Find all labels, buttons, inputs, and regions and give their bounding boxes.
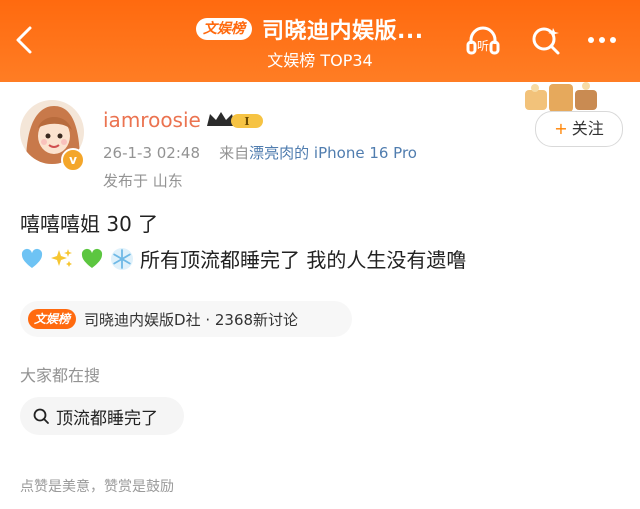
verified-badge: v (61, 148, 85, 172)
search-icon (33, 408, 49, 424)
search-suggestion-chip[interactable]: 顶流都睡完了 (20, 397, 184, 435)
vip-crown-badge[interactable]: I (205, 108, 265, 132)
blue-heart-icon (21, 248, 43, 268)
svg-text:I: I (244, 115, 249, 128)
snowflake-icon (111, 247, 133, 270)
topic-link[interactable]: 文娱榜 司晓迪内娱版D社 · 2368新讨论 (20, 301, 352, 337)
follow-label: 关注 (571, 119, 604, 138)
source-link[interactable]: 漂亮肉的 (249, 144, 309, 162)
source-prefix: 来自 (219, 144, 250, 162)
post-date: 26-1-3 02:48 (103, 144, 200, 162)
search-chip-text: 顶流都睡完了 (56, 408, 158, 429)
device-link[interactable]: iPhone 16 Pro (314, 144, 417, 162)
post-text-line1: 嘻嘻嘻姐 30 了 (20, 212, 159, 236)
topic-badge: 文娱榜 (28, 309, 77, 329)
top-header: 文娱榜 司晓迪内娱版... 文娱榜 TOP34 听 (0, 0, 640, 82)
svg-text:听: 听 (477, 39, 489, 53)
plus-icon: + (554, 119, 568, 138)
post-meta: 26-1-3 02:48 来自漂亮肉的 iPhone 16 Pro (103, 142, 417, 163)
header-badge: 文娱榜 (196, 18, 252, 40)
post-text-line2-text: 所有顶流都睡完了 我的人生没有遗噜 (140, 248, 467, 272)
sparkles-icon (51, 248, 72, 267)
crown-icon: I (207, 112, 263, 128)
topic-text: 司晓迪内娱版D社 · 2368新讨论 (84, 310, 299, 329)
headphones-icon: 听 (466, 26, 500, 55)
username[interactable]: iamroosie (103, 108, 201, 132)
search-button[interactable] (526, 20, 566, 60)
post-text-line2: 所有顶流都睡完了 我的人生没有遗噜 (20, 244, 466, 273)
all-search-heading: 大家都在搜 (20, 366, 101, 385)
more-icon (588, 37, 616, 43)
search-icon (532, 27, 560, 55)
follow-button[interactable]: + 关注 (535, 111, 623, 147)
header-title[interactable]: 司晓迪内娱版... (262, 13, 424, 45)
post-location: 发布于 山东 (103, 172, 183, 190)
listen-button[interactable]: 听 (463, 20, 503, 60)
green-heart-icon (81, 248, 103, 268)
header-title-row: 文娱榜 司晓迪内娱版... (196, 13, 424, 45)
like-tip: 点赞是美意，赞赏是鼓励 (20, 479, 174, 495)
more-button[interactable] (582, 20, 622, 60)
